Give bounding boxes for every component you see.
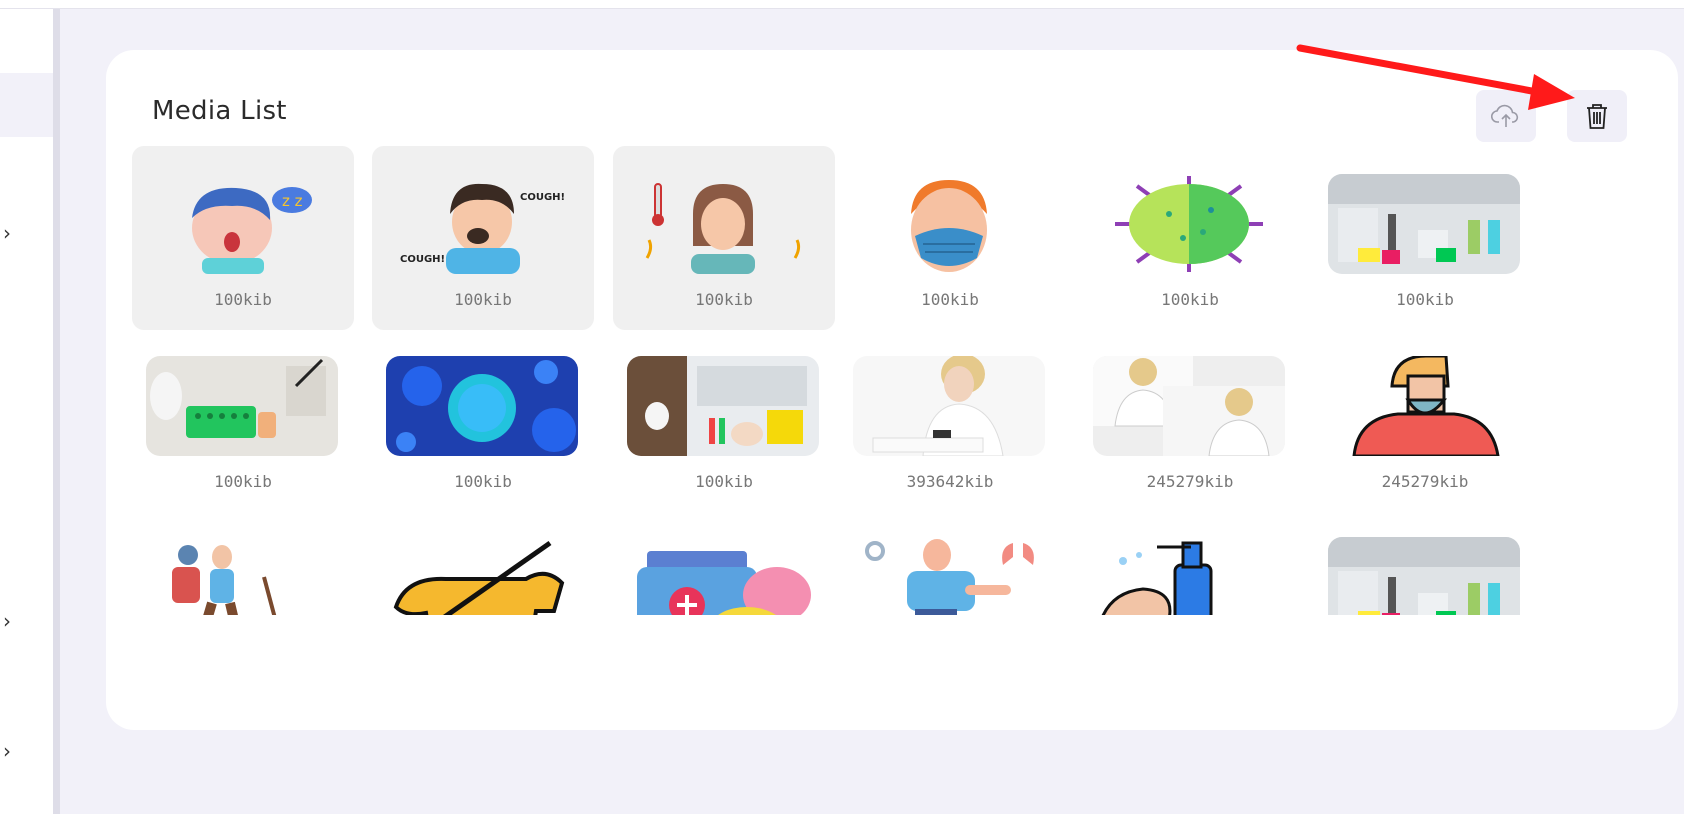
media-size-label: 100kib (454, 290, 512, 309)
media-item[interactable]: 100kib (1314, 146, 1536, 330)
sidebar-chevron-right-icon[interactable]: › (3, 741, 19, 761)
top-bar (0, 0, 1684, 9)
media-thumbnail (627, 174, 819, 274)
sidebar: › › › (0, 9, 60, 814)
sidebar-item-active[interactable] (0, 73, 53, 137)
media-size-label: 100kib (695, 472, 753, 491)
media-thumbnail (1093, 537, 1285, 615)
upload-button[interactable] (1476, 90, 1536, 142)
svg-text:COUGH!: COUGH! (520, 192, 565, 203)
media-item[interactable] (1079, 509, 1301, 693)
media-size-label: 100kib (214, 290, 272, 309)
media-thumbnail (853, 537, 1045, 615)
media-item[interactable]: 245279kib (1314, 328, 1536, 512)
media-thumbnail: z z (146, 174, 338, 274)
media-thumbnail (627, 356, 819, 456)
media-thumbnail (1093, 356, 1285, 456)
media-thumbnail (853, 356, 1045, 456)
media-item[interactable]: 393642kib (839, 328, 1061, 512)
media-size-label: 100kib (1161, 290, 1219, 309)
media-size-label: 245279kib (1381, 472, 1469, 491)
media-thumbnail (386, 537, 578, 615)
trash-icon (1587, 104, 1607, 129)
svg-text:z z: z z (282, 192, 303, 210)
media-size-label: 393642kib (906, 472, 994, 491)
media-size-label: 245279kib (1146, 472, 1234, 491)
media-size-label: 100kib (214, 472, 272, 491)
media-item[interactable]: 100kib (372, 328, 594, 512)
media-item[interactable] (1314, 509, 1536, 693)
cloud-upload-icon (1491, 104, 1519, 127)
media-list-panel: Media List z z 100kib COUGH! COUGH! 100kib 10… (106, 50, 1678, 730)
media-item[interactable]: 100kib (613, 328, 835, 512)
media-item[interactable]: 100kib (839, 146, 1061, 330)
media-grid: z z 100kib COUGH! COUGH! 100kib 100kib 100kib 1… (132, 146, 1642, 696)
media-size-label: 100kib (1396, 290, 1454, 309)
media-thumbnail (1328, 537, 1520, 615)
media-thumbnail (1328, 174, 1520, 274)
media-thumbnail (1328, 356, 1520, 456)
sidebar-chevron-right-icon[interactable]: › (3, 223, 19, 243)
media-item[interactable]: COUGH! COUGH! 100kib (372, 146, 594, 330)
media-thumbnail (1093, 174, 1285, 274)
media-item[interactable] (372, 509, 594, 693)
svg-text:COUGH!: COUGH! (400, 254, 445, 265)
media-item[interactable] (839, 509, 1061, 693)
media-item[interactable]: z z 100kib (132, 146, 354, 330)
media-item[interactable]: 100kib (1079, 146, 1301, 330)
media-item[interactable]: 100kib (613, 146, 835, 330)
delete-button[interactable] (1567, 90, 1627, 142)
media-size-label: 100kib (921, 290, 979, 309)
media-thumbnail (146, 356, 338, 456)
media-thumbnail (386, 356, 578, 456)
sidebar-chevron-right-icon[interactable]: › (3, 611, 19, 631)
media-thumbnail (146, 537, 338, 615)
media-item[interactable]: 245279kib (1079, 328, 1301, 512)
media-thumbnail: COUGH! COUGH! (386, 174, 578, 274)
media-item[interactable] (613, 509, 835, 693)
media-thumbnail (853, 174, 1045, 274)
media-size-label: 100kib (695, 290, 753, 309)
media-item[interactable] (132, 509, 354, 693)
media-item[interactable]: 100kib (132, 328, 354, 512)
media-size-label: 100kib (454, 472, 512, 491)
media-thumbnail (627, 537, 819, 615)
page-title: Media List (152, 96, 287, 126)
